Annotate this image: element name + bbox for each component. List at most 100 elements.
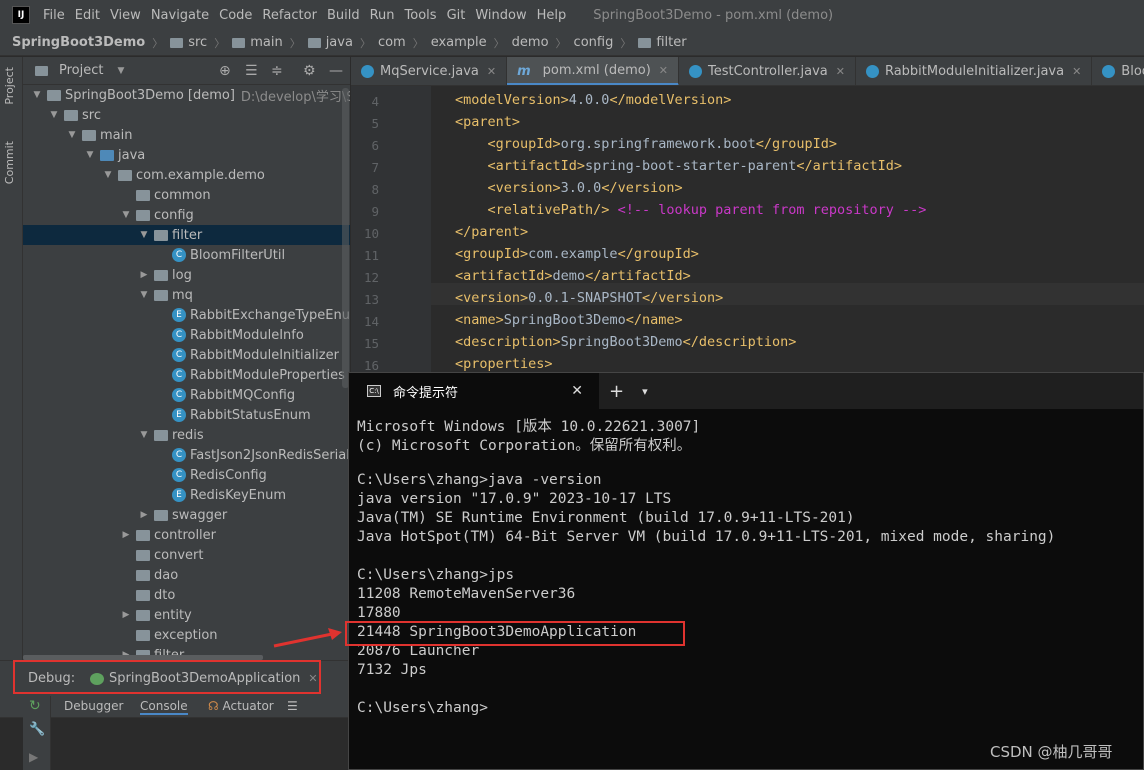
locate-icon[interactable]: ⊕ bbox=[219, 63, 231, 79]
tree-node-common[interactable]: common bbox=[120, 185, 211, 205]
tree-node-enum[interactable]: E RabbitExchangeTypeEnum bbox=[156, 305, 350, 325]
tree-node-src[interactable]: ▼ src bbox=[48, 105, 101, 125]
menu-run[interactable]: Run bbox=[365, 8, 400, 23]
close-icon[interactable]: ✕ bbox=[836, 65, 845, 78]
tree-node-entity[interactable]: ▶ entity bbox=[120, 605, 192, 625]
tree-node-java[interactable]: ▼ java bbox=[84, 145, 146, 165]
tree-node-mq[interactable]: ▼ mq bbox=[138, 285, 193, 305]
new-tab-icon[interactable]: + bbox=[609, 381, 624, 402]
breadcrumb-item[interactable]: example bbox=[431, 35, 487, 50]
tree-node-class[interactable]: C FastJson2JsonRedisSerializ bbox=[156, 445, 350, 465]
hide-icon[interactable]: — bbox=[329, 63, 343, 79]
menu-refactor[interactable]: Refactor bbox=[257, 8, 322, 23]
breadcrumb-item[interactable]: src bbox=[170, 35, 207, 50]
package-icon bbox=[136, 549, 150, 561]
tab-testcontroller[interactable]: TestController.java ✕ bbox=[679, 57, 856, 85]
project-view-selector[interactable]: Project bbox=[59, 63, 103, 78]
breadcrumb-item[interactable]: SpringBoot3Demo bbox=[12, 35, 145, 50]
chevron-down-icon: ▼ bbox=[68, 130, 76, 140]
tab-debugger[interactable]: Debugger bbox=[64, 699, 123, 713]
menu-tools[interactable]: Tools bbox=[400, 8, 442, 23]
tree-node-config[interactable]: ▼ config bbox=[120, 205, 194, 225]
tree-node-main[interactable]: ▼ main bbox=[66, 125, 133, 145]
breadcrumb-item[interactable]: demo bbox=[512, 35, 549, 50]
debug-console[interactable] bbox=[0, 718, 348, 770]
actuator-icon: ☊ bbox=[208, 699, 219, 713]
menu-navigate[interactable]: Navigate bbox=[146, 8, 214, 23]
tab-bloomfiltercontroller[interactable]: BloomFilterControlle bbox=[1092, 57, 1144, 85]
tree-node-class[interactable]: C RabbitModuleProperties bbox=[156, 365, 345, 385]
tree-node-exception[interactable]: exception bbox=[120, 625, 218, 645]
close-icon[interactable]: ✕ bbox=[487, 65, 496, 78]
tree-node-enum[interactable]: E RedisKeyEnum bbox=[156, 485, 286, 505]
package-icon bbox=[154, 269, 168, 281]
tab-pom[interactable]: m pom.xml (demo) ✕ bbox=[507, 57, 679, 85]
tree-node-dao[interactable]: dao bbox=[120, 565, 178, 585]
class-icon: C bbox=[172, 348, 186, 362]
tab-actuator[interactable]: ☊ Actuator bbox=[208, 699, 274, 713]
maven-icon: m bbox=[517, 63, 531, 79]
tab-mqservice[interactable]: MqService.java ✕ bbox=[351, 57, 508, 85]
tree-node-dto[interactable]: dto bbox=[120, 585, 175, 605]
breadcrumb-item[interactable]: filter bbox=[638, 35, 687, 50]
tree-node-swagger[interactable]: ▶ swagger bbox=[138, 505, 228, 525]
tree-root[interactable]: ▼ SpringBoot3Demo [demo] D:\develop\学习\Spr… bbox=[31, 85, 350, 105]
breadcrumb-item[interactable]: main bbox=[232, 35, 283, 50]
menu-code[interactable]: Code bbox=[214, 8, 257, 23]
tree-node-class[interactable]: C RabbitMQConfig bbox=[156, 385, 295, 405]
tree-node-package[interactable]: ▼ com.example.demo bbox=[102, 165, 265, 185]
project-tool-tab[interactable]: Project bbox=[3, 67, 16, 105]
tree-node-filter-selected[interactable]: ▼ filter bbox=[138, 225, 203, 245]
tree-node-convert[interactable]: convert bbox=[120, 545, 203, 565]
menu-edit[interactable]: Edit bbox=[70, 8, 105, 23]
tab-console[interactable]: Console bbox=[140, 699, 188, 715]
menu-file[interactable]: File bbox=[38, 8, 70, 23]
menu-view[interactable]: View bbox=[105, 8, 146, 23]
close-icon[interactable]: ✕ bbox=[1072, 65, 1081, 78]
class-icon: C bbox=[172, 448, 186, 462]
intellij-logo-icon[interactable]: IJ bbox=[12, 6, 30, 24]
tree-node-class[interactable]: C RabbitModuleInitializer bbox=[156, 345, 339, 365]
project-panel: Project ▼ ⊕ ☰ ≑ ⚙ — ▼ SpringBoot3Demo [de… bbox=[23, 57, 350, 660]
chevron-right-icon: 〉 bbox=[152, 36, 164, 50]
tree-node-log[interactable]: ▶ log bbox=[138, 265, 192, 285]
package-icon bbox=[136, 609, 150, 621]
terminal-line: C:\Users\zhang>jps bbox=[357, 567, 515, 583]
tab-rabbitmoduleinitializer[interactable]: RabbitModuleInitializer.java ✕ bbox=[856, 57, 1093, 85]
chevron-down-icon[interactable]: ▾ bbox=[642, 385, 648, 398]
breadcrumb-item[interactable]: java bbox=[307, 35, 353, 50]
breadcrumb-item[interactable]: config bbox=[574, 35, 614, 50]
tree-node-redis[interactable]: ▼ redis bbox=[138, 425, 204, 445]
commit-tool-tab[interactable]: Commit bbox=[3, 141, 16, 184]
tree-node-enum[interactable]: E RabbitStatusEnum bbox=[156, 405, 311, 425]
folder-icon bbox=[170, 37, 184, 48]
menu-help[interactable]: Help bbox=[532, 8, 572, 23]
close-icon[interactable]: ✕ bbox=[571, 383, 583, 399]
menu-git[interactable]: Git bbox=[442, 8, 471, 23]
project-scrollbar[interactable] bbox=[342, 88, 349, 388]
tree-node-controller[interactable]: ▶ controller bbox=[120, 525, 217, 545]
chevron-down-icon[interactable]: ▼ bbox=[117, 66, 124, 76]
collapse-all-icon[interactable]: ≑ bbox=[271, 63, 283, 79]
line-number: 8 bbox=[371, 182, 379, 197]
red-arrow-icon bbox=[273, 628, 342, 648]
menu-build[interactable]: Build bbox=[322, 8, 365, 23]
folder-icon bbox=[64, 109, 78, 121]
tree-node-class[interactable]: C RabbitModuleInfo bbox=[156, 325, 304, 345]
wrench-icon[interactable]: 🔧 bbox=[29, 722, 45, 737]
menu-icon[interactable]: ☰ bbox=[287, 699, 298, 713]
close-icon[interactable]: ✕ bbox=[659, 64, 668, 77]
chevron-right-icon: 〉 bbox=[555, 36, 567, 50]
tree-node-class[interactable]: C BloomFilterUtil bbox=[156, 245, 285, 265]
code-line: <version>0.0.1-SNAPSHOT</version> bbox=[455, 290, 724, 306]
breadcrumb-item[interactable]: com bbox=[378, 35, 406, 50]
expand-all-icon[interactable]: ☰ bbox=[245, 63, 258, 79]
gear-icon[interactable]: ⚙ bbox=[303, 63, 316, 79]
resume-icon[interactable]: ▶ bbox=[29, 750, 38, 764]
terminal-tab[interactable]: C:\ 命令提示符 ✕ bbox=[349, 373, 599, 409]
rerun-icon[interactable]: ↻ bbox=[29, 698, 41, 714]
code-line: <relativePath/> <!-- lookup parent from … bbox=[455, 202, 927, 218]
chevron-down-icon: ▼ bbox=[122, 210, 130, 220]
menu-window[interactable]: Window bbox=[470, 8, 531, 23]
tree-node-class[interactable]: C RedisConfig bbox=[156, 465, 267, 485]
